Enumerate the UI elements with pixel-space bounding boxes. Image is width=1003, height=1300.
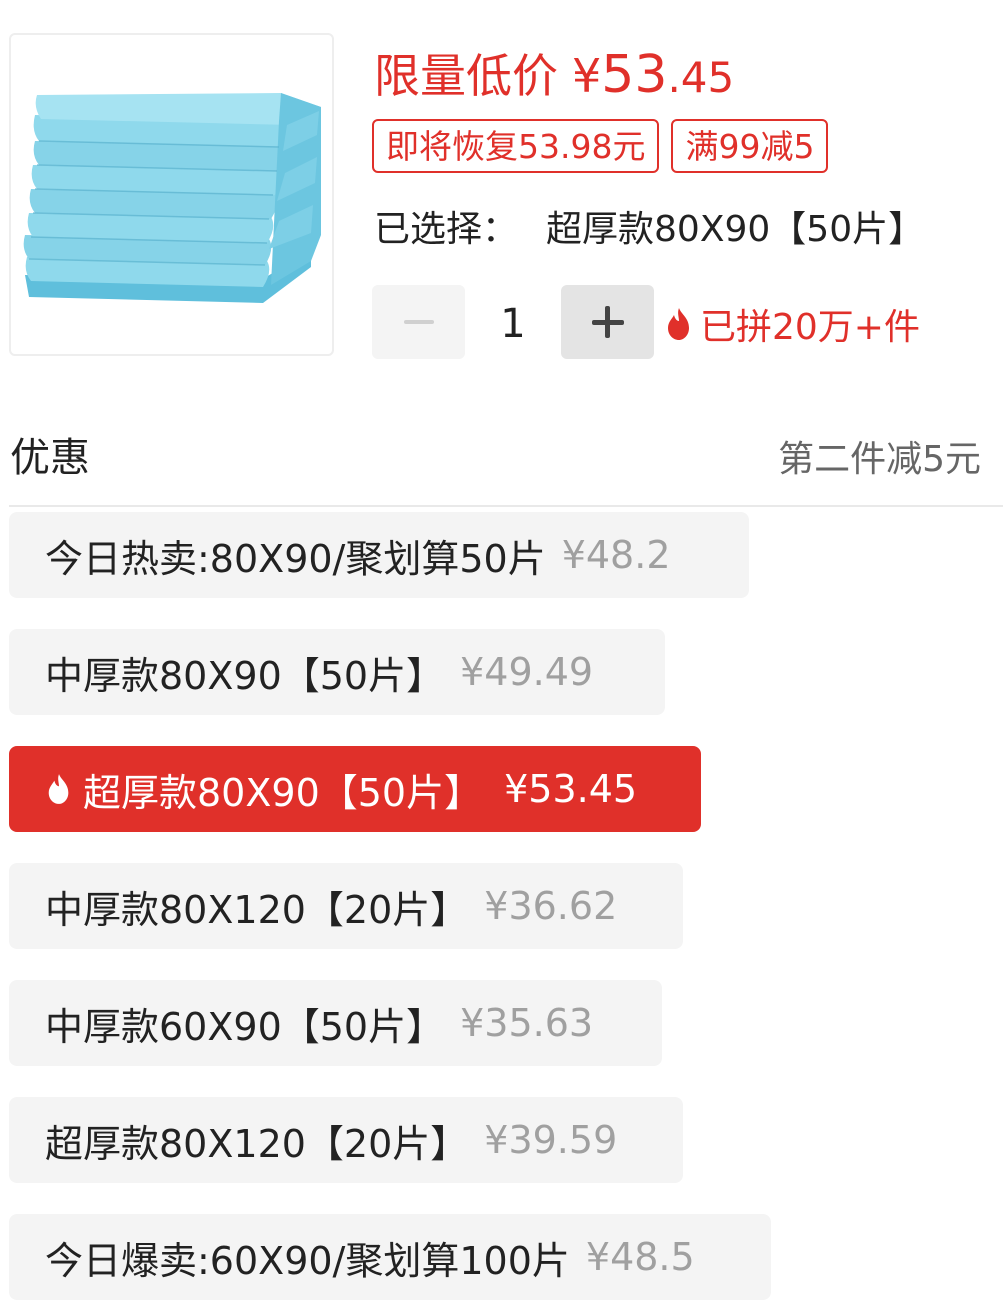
sku-price: ¥39.59 (484, 1118, 618, 1162)
sku-price: ¥53.45 (504, 767, 638, 811)
price-decimal: .45 (667, 53, 735, 102)
minus-icon (403, 320, 434, 324)
sku-name: 中厚款80X90【50片】 (45, 653, 445, 698)
price-label: 限量低价 (374, 49, 558, 103)
sku-price: ¥48.5 (585, 1235, 695, 1279)
promotion-label: 优惠 (10, 435, 90, 481)
quantity-increase-button[interactable] (561, 285, 654, 359)
sku-name: 中厚款60X90【50片】 (45, 1004, 445, 1049)
sold-count: 已拼20万+件 (664, 298, 920, 350)
sold-text: 已拼20万+件 (700, 307, 920, 348)
quantity-decrease-button[interactable] (372, 285, 465, 359)
sku-option[interactable]: 中厚款80X90【50片】 ¥49.49 (9, 629, 665, 715)
sku-name: 今日热卖:80X90/聚划算50片 (45, 536, 546, 581)
sku-name: 中厚款80X120【20片】 (45, 887, 469, 932)
selected-value: 超厚款80X90【50片】 (546, 209, 925, 250)
selected-sku: 已选择： 超厚款80X90【50片】 (374, 200, 924, 252)
sku-price: ¥49.49 (460, 650, 594, 694)
sku-name: 超厚款80X90【50片】 (83, 770, 483, 815)
sku-price: ¥36.62 (484, 884, 618, 928)
sku-option[interactable]: 今日爆卖:60X90/聚划算100片 ¥48.5 (9, 1214, 771, 1300)
sku-price: ¥35.63 (460, 1001, 594, 1045)
promotion-value[interactable]: 第二件减5元 (778, 430, 981, 482)
price-tags: 即将恢复53.98元 满99减5 (372, 119, 829, 173)
flame-icon (668, 308, 689, 340)
sku-option[interactable]: 中厚款60X90【50片】 ¥35.63 (9, 980, 662, 1066)
pads-stack-image (23, 93, 322, 303)
sku-option[interactable]: 今日热卖:80X90/聚划算50片 ¥48.2 (9, 512, 749, 598)
price-line: 限量低价 ¥ 53 .45 (374, 40, 734, 110)
sku-name: 超厚款80X120【20片】 (45, 1121, 469, 1166)
restore-price-tag: 即将恢复53.98元 (372, 119, 660, 173)
sku-price: ¥48.2 (561, 533, 671, 577)
divider (9, 505, 1003, 507)
product-thumbnail[interactable] (9, 33, 334, 356)
sku-option-selected[interactable]: 超厚款80X90【50片】 ¥53.45 (9, 746, 701, 832)
price-currency: ¥ (572, 49, 602, 103)
sku-name: 今日爆卖:60X90/聚划算100片 (45, 1238, 570, 1283)
sku-option[interactable]: 中厚款80X120【20片】 ¥36.62 (9, 863, 683, 949)
selected-label: 已选择： (374, 209, 519, 250)
plus-icon (591, 306, 624, 338)
price-integer: 53 (601, 45, 668, 105)
flame-icon (48, 774, 69, 804)
discount-tag: 满99减5 (671, 119, 829, 173)
sku-option[interactable]: 超厚款80X120【20片】 ¥39.59 (9, 1097, 683, 1183)
quantity-value[interactable]: 1 (465, 285, 561, 359)
